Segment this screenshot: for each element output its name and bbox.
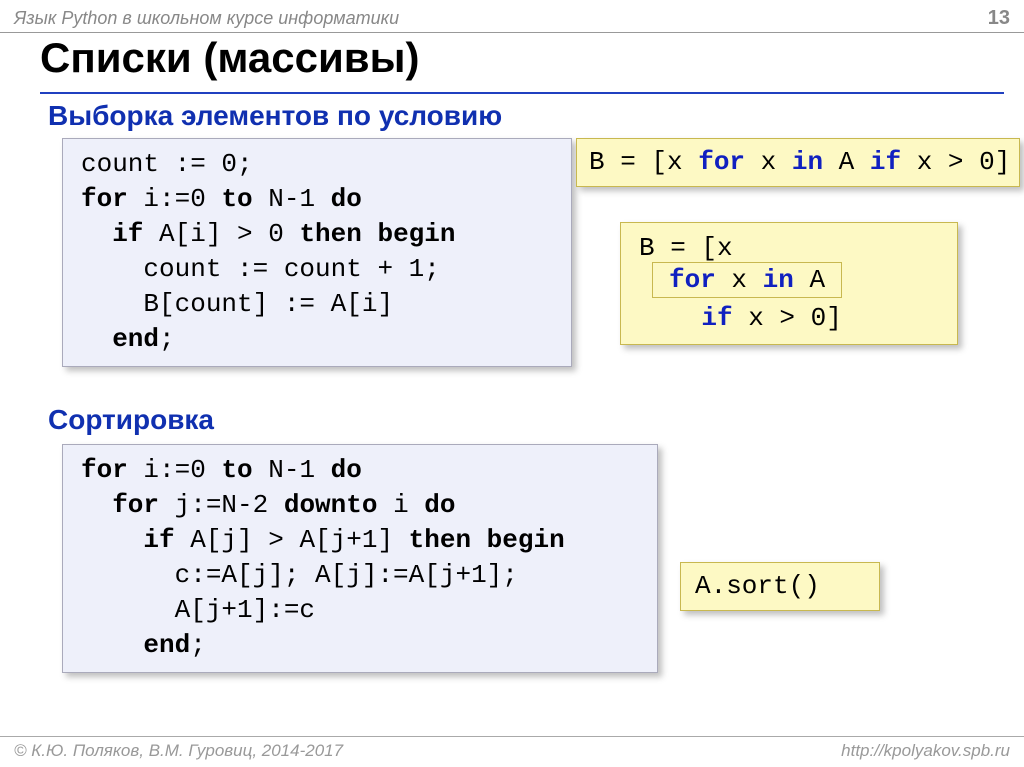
pascal-code-filter: count := 0; for i:=0 to N-1 do if A[i] >… bbox=[62, 138, 572, 367]
footer-copyright: © К.Ю. Поляков, В.М. Гуровиц, 2014-2017 bbox=[14, 741, 343, 761]
python-code-filter-oneline: B = [x for x in A if x > 0] bbox=[576, 138, 1020, 187]
footer-url: http://kpolyakov.spb.ru bbox=[841, 741, 1010, 761]
header-bar: Язык Python в школьном курсе информатики… bbox=[0, 0, 1024, 33]
slide: Язык Python в школьном курсе информатики… bbox=[0, 0, 1024, 767]
python-highlight-for-in: for x in A bbox=[652, 262, 842, 298]
pascal-code-sort: for i:=0 to N-1 do for j:=N-2 downto i d… bbox=[62, 444, 658, 673]
page-title: Списки (массивы) bbox=[40, 34, 419, 82]
course-title: Язык Python в школьном курсе информатики bbox=[14, 8, 399, 29]
section-2-title: Сортировка bbox=[48, 404, 214, 436]
page-number: 13 bbox=[988, 7, 1010, 30]
footer-bar: © К.Ю. Поляков, В.М. Гуровиц, 2014-2017 … bbox=[0, 736, 1024, 761]
section-1-title: Выборка элементов по условию bbox=[48, 100, 502, 132]
python-code-sort: A.sort() bbox=[680, 562, 880, 611]
title-rule bbox=[40, 92, 1004, 94]
